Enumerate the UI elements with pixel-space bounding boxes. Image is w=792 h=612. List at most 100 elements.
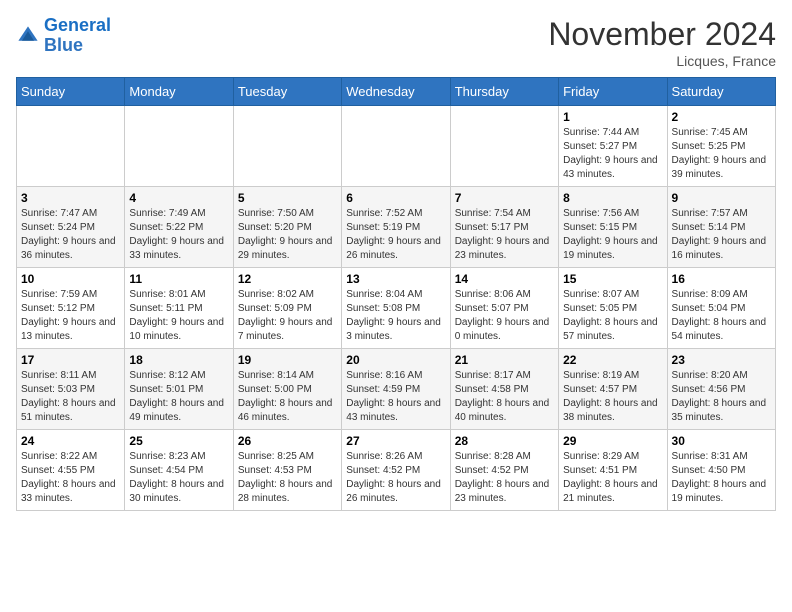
- day-number: 12: [238, 272, 337, 286]
- day-info: Sunrise: 8:06 AM Sunset: 5:07 PM Dayligh…: [455, 288, 554, 344]
- day-info: Sunrise: 8:22 AM Sunset: 4:55 PM Dayligh…: [21, 450, 120, 506]
- weekday-header-saturday: Saturday: [667, 78, 775, 106]
- weekday-header-thursday: Thursday: [450, 78, 558, 106]
- day-info: Sunrise: 7:57 AM Sunset: 5:14 PM Dayligh…: [672, 207, 771, 263]
- day-info: Sunrise: 7:54 AM Sunset: 5:17 PM Dayligh…: [455, 207, 554, 263]
- day-info: Sunrise: 8:01 AM Sunset: 5:11 PM Dayligh…: [129, 288, 228, 344]
- day-info: Sunrise: 8:07 AM Sunset: 5:05 PM Dayligh…: [563, 288, 662, 344]
- calendar-cell: 2 Sunrise: 7:45 AM Sunset: 5:25 PM Daylig…: [667, 106, 775, 187]
- logo-text: General Blue: [44, 16, 111, 56]
- day-info: Sunrise: 8:23 AM Sunset: 4:54 PM Dayligh…: [129, 450, 228, 506]
- day-number: 24: [21, 434, 120, 448]
- day-info: Sunrise: 7:47 AM Sunset: 5:24 PM Dayligh…: [21, 207, 120, 263]
- calendar-cell: 6Sunrise: 7:52 AM Sunset: 5:19 PM Daylig…: [342, 187, 450, 268]
- day-number: 3: [21, 191, 120, 205]
- calendar-cell: 7 Sunrise: 7:54 AM Sunset: 5:17 PM Daylig…: [450, 187, 558, 268]
- day-info: Sunrise: 8:12 AM Sunset: 5:01 PM Dayligh…: [129, 369, 228, 425]
- day-info: Sunrise: 8:19 AM Sunset: 4:57 PM Dayligh…: [563, 369, 662, 425]
- weekday-header-wednesday: Wednesday: [342, 78, 450, 106]
- day-info: Sunrise: 8:16 AM Sunset: 4:59 PM Dayligh…: [346, 369, 445, 425]
- day-number: 4: [129, 191, 228, 205]
- day-number: 8: [563, 191, 662, 205]
- day-number: 22: [563, 353, 662, 367]
- weekday-header-tuesday: Tuesday: [233, 78, 341, 106]
- calendar-cell: 8 Sunrise: 7:56 AM Sunset: 5:15 PM Daylig…: [559, 187, 667, 268]
- day-number: 17: [21, 353, 120, 367]
- calendar-cell: 22 Sunrise: 8:19 AM Sunset: 4:57 PM Dayli…: [559, 349, 667, 430]
- month-title: November 2024: [548, 16, 776, 53]
- title-block: November 2024 Licques, France: [548, 16, 776, 69]
- day-info: Sunrise: 8:31 AM Sunset: 4:50 PM Dayligh…: [672, 450, 771, 506]
- calendar-cell: 28 Sunrise: 8:28 AM Sunset: 4:52 PM Dayli…: [450, 430, 558, 511]
- day-number: 20: [346, 353, 445, 367]
- calendar-cell: 9 Sunrise: 7:57 AM Sunset: 5:14 PM Daylig…: [667, 187, 775, 268]
- calendar-cell: 13 Sunrise: 8:04 AM Sunset: 5:08 PM Dayli…: [342, 268, 450, 349]
- calendar-cell: 4 Sunrise: 7:49 AM Sunset: 5:22 PM Daylig…: [125, 187, 233, 268]
- calendar-table: SundayMondayTuesdayWednesdayThursdayFrid…: [16, 77, 776, 511]
- calendar-week-2: 10 Sunrise: 7:59 AM Sunset: 5:12 PM Dayli…: [17, 268, 776, 349]
- weekday-header-row: SundayMondayTuesdayWednesdayThursdayFrid…: [17, 78, 776, 106]
- calendar-cell: 12 Sunrise: 8:02 AM Sunset: 5:09 PM Dayli…: [233, 268, 341, 349]
- calendar-cell: 23 Sunrise: 8:20 AM Sunset: 4:56 PM Dayli…: [667, 349, 775, 430]
- day-info: Sunrise: 7:56 AM Sunset: 5:15 PM Dayligh…: [563, 207, 662, 263]
- calendar-cell: [125, 106, 233, 187]
- calendar-cell: 29 Sunrise: 8:29 AM Sunset: 4:51 PM Dayli…: [559, 430, 667, 511]
- day-info: Sunrise: 8:04 AM Sunset: 5:08 PM Dayligh…: [346, 288, 445, 344]
- calendar-cell: 5Sunrise: 7:50 AM Sunset: 5:20 PM Daylig…: [233, 187, 341, 268]
- calendar-cell: 19Sunrise: 8:14 AM Sunset: 5:00 PM Dayli…: [233, 349, 341, 430]
- calendar-cell: 1Sunrise: 7:44 AM Sunset: 5:27 PM Daylig…: [559, 106, 667, 187]
- day-info: Sunrise: 8:17 AM Sunset: 4:58 PM Dayligh…: [455, 369, 554, 425]
- calendar-cell: 16Sunrise: 8:09 AM Sunset: 5:04 PM Dayli…: [667, 268, 775, 349]
- weekday-header-friday: Friday: [559, 78, 667, 106]
- day-number: 28: [455, 434, 554, 448]
- day-number: 30: [672, 434, 771, 448]
- day-number: 9: [672, 191, 771, 205]
- page-header: General Blue November 2024 Licques, Fran…: [16, 16, 776, 69]
- logo-icon: [16, 24, 40, 48]
- calendar-cell: 15 Sunrise: 8:07 AM Sunset: 5:05 PM Dayli…: [559, 268, 667, 349]
- calendar-cell: [450, 106, 558, 187]
- day-number: 23: [672, 353, 771, 367]
- day-number: 15: [563, 272, 662, 286]
- day-number: 13: [346, 272, 445, 286]
- day-number: 2: [672, 110, 771, 124]
- calendar-week-0: 1Sunrise: 7:44 AM Sunset: 5:27 PM Daylig…: [17, 106, 776, 187]
- calendar-cell: 11Sunrise: 8:01 AM Sunset: 5:11 PM Dayli…: [125, 268, 233, 349]
- weekday-header-monday: Monday: [125, 78, 233, 106]
- calendar-cell: [233, 106, 341, 187]
- calendar-cell: 10 Sunrise: 7:59 AM Sunset: 5:12 PM Dayli…: [17, 268, 125, 349]
- day-number: 26: [238, 434, 337, 448]
- day-info: Sunrise: 8:28 AM Sunset: 4:52 PM Dayligh…: [455, 450, 554, 506]
- day-info: Sunrise: 8:20 AM Sunset: 4:56 PM Dayligh…: [672, 369, 771, 425]
- location-subtitle: Licques, France: [548, 53, 776, 69]
- calendar-cell: 14 Sunrise: 8:06 AM Sunset: 5:07 PM Dayli…: [450, 268, 558, 349]
- calendar-cell: 25 Sunrise: 8:23 AM Sunset: 4:54 PM Dayli…: [125, 430, 233, 511]
- day-number: 25: [129, 434, 228, 448]
- logo: General Blue: [16, 16, 111, 56]
- day-number: 1: [563, 110, 662, 124]
- day-number: 7: [455, 191, 554, 205]
- day-number: 5: [238, 191, 337, 205]
- day-number: 29: [563, 434, 662, 448]
- calendar-cell: [342, 106, 450, 187]
- day-number: 10: [21, 272, 120, 286]
- calendar-week-4: 24 Sunrise: 8:22 AM Sunset: 4:55 PM Dayli…: [17, 430, 776, 511]
- day-info: Sunrise: 7:52 AM Sunset: 5:19 PM Dayligh…: [346, 207, 445, 263]
- day-info: Sunrise: 7:49 AM Sunset: 5:22 PM Dayligh…: [129, 207, 228, 263]
- calendar-week-1: 3 Sunrise: 7:47 AM Sunset: 5:24 PM Daylig…: [17, 187, 776, 268]
- calendar-cell: 18 Sunrise: 8:12 AM Sunset: 5:01 PM Dayli…: [125, 349, 233, 430]
- calendar-cell: 24 Sunrise: 8:22 AM Sunset: 4:55 PM Dayli…: [17, 430, 125, 511]
- day-info: Sunrise: 7:59 AM Sunset: 5:12 PM Dayligh…: [21, 288, 120, 344]
- day-info: Sunrise: 8:02 AM Sunset: 5:09 PM Dayligh…: [238, 288, 337, 344]
- day-number: 18: [129, 353, 228, 367]
- logo-line2: Blue: [44, 36, 111, 56]
- day-info: Sunrise: 8:09 AM Sunset: 5:04 PM Dayligh…: [672, 288, 771, 344]
- calendar-cell: 21Sunrise: 8:17 AM Sunset: 4:58 PM Dayli…: [450, 349, 558, 430]
- day-info: Sunrise: 8:26 AM Sunset: 4:52 PM Dayligh…: [346, 450, 445, 506]
- weekday-header-sunday: Sunday: [17, 78, 125, 106]
- day-info: Sunrise: 7:45 AM Sunset: 5:25 PM Dayligh…: [672, 126, 771, 182]
- calendar-cell: 26Sunrise: 8:25 AM Sunset: 4:53 PM Dayli…: [233, 430, 341, 511]
- day-info: Sunrise: 8:29 AM Sunset: 4:51 PM Dayligh…: [563, 450, 662, 506]
- day-number: 14: [455, 272, 554, 286]
- day-info: Sunrise: 8:11 AM Sunset: 5:03 PM Dayligh…: [21, 369, 120, 425]
